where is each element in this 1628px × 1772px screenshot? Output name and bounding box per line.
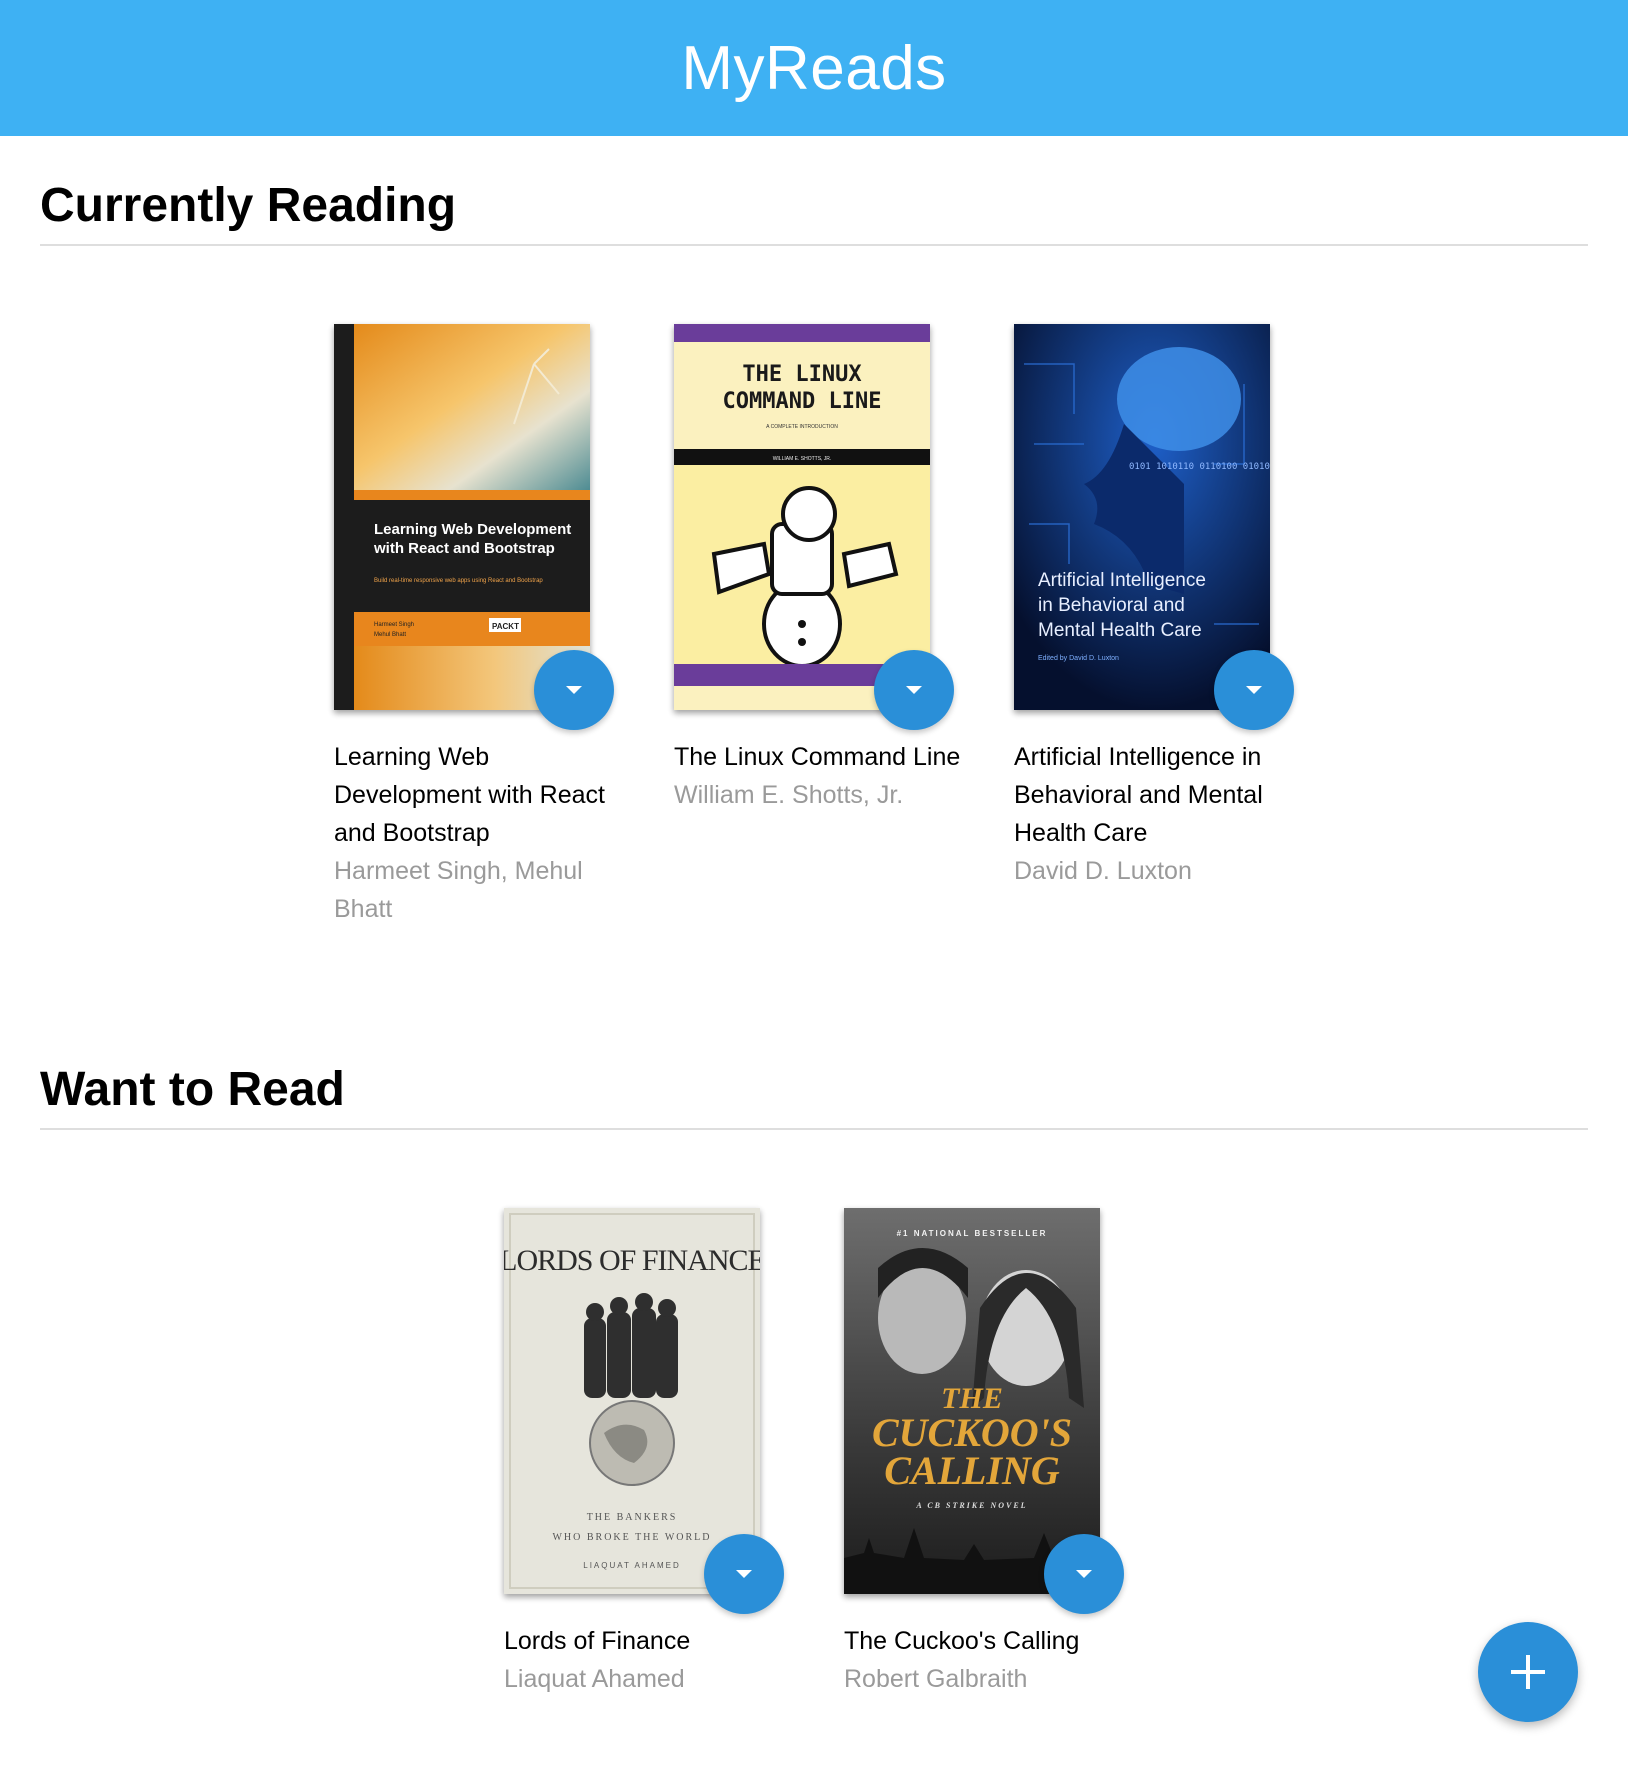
shelf-changer-button[interactable] [1044, 1534, 1124, 1614]
book-title: The Cuckoo's Calling [844, 1627, 1080, 1655]
book-item: LORDS OF FINANCE THE BANKERS WHO BROKE T… [504, 1208, 794, 1698]
cover-text: LIAQUAT AHAMED [583, 1561, 681, 1570]
shelf-title: Currently Reading [40, 179, 457, 232]
book-cover-art: 0101 1010110 0110100 0101001 1001 Artifi… [1014, 324, 1270, 710]
cover-text: WHO BROKE THE WORLD [552, 1532, 711, 1543]
cover-text: 0101 1010110 0110100 0101001 1001 [1129, 462, 1270, 472]
book-cover-art: THE LINUX COMMAND LINE A COMPLETE INTROD… [674, 324, 930, 710]
book-cover[interactable]: 0101 1010110 0110100 0101001 1001 Artifi… [1014, 324, 1270, 710]
book-authors: Robert Galbraith [844, 1665, 1028, 1693]
shelf-title: Want to Read [40, 1063, 345, 1116]
cover-text: LORDS OF FINANCE [504, 1244, 760, 1277]
cover-text: #1 NATIONAL BESTSELLER [897, 1229, 1048, 1238]
cover-text: A CB STRIKE NOVEL [915, 1501, 1027, 1510]
shelf-divider [40, 1128, 1588, 1130]
caret-down-icon [1076, 1570, 1092, 1578]
book-item: 0101 1010110 0110100 0101001 1001 Artifi… [1014, 324, 1304, 890]
book-cover-art: Learning Web Development with React and … [334, 324, 590, 710]
book-cover[interactable]: THE LINUX COMMAND LINE A COMPLETE INTROD… [674, 324, 930, 710]
book-grid: LORDS OF FINANCE THE BANKERS WHO BROKE T… [40, 1208, 1588, 1693]
book-item: #1 NATIONAL BESTSELLER THE CUCKOO'S CALL… [844, 1208, 1134, 1698]
plus-icon [1526, 1655, 1530, 1689]
app-header: MyReads [0, 0, 1628, 136]
book-title: Learning Web Development with React and … [334, 743, 605, 847]
caret-down-icon [566, 686, 582, 694]
book-title: Artificial Intelligence in Behavioral an… [1014, 743, 1263, 847]
shelf-want-to-read: Want to Read LORDS OF FINANCE THE BANKER… [40, 1060, 1588, 1693]
book-authors: David D. Luxton [1014, 857, 1192, 885]
book-grid: Learning Web Development with React and … [40, 324, 1588, 923]
cover-text: Artificial Intelligence [1038, 570, 1206, 591]
book-cover-art: LORDS OF FINANCE THE BANKERS WHO BROKE T… [504, 1208, 760, 1594]
cover-text: WILLIAM E. SHOTTS, JR. [773, 456, 832, 462]
book-authors: Harmeet Singh, Mehul Bhatt [334, 857, 583, 923]
cover-text: Edited by David D. Luxton [1038, 655, 1119, 662]
cover-text: CALLING [884, 1448, 1060, 1493]
book-authors: Liaquat Ahamed [504, 1665, 685, 1693]
cover-text: THE LINUX [742, 362, 861, 387]
book-item: Learning Web Development with React and … [334, 324, 624, 928]
cover-text: COMMAND LINE [723, 389, 882, 414]
book-authors: William E. Shotts, Jr. [674, 781, 904, 809]
shelf-changer-button[interactable] [534, 650, 614, 730]
cover-text: PACKT [492, 622, 519, 631]
add-book-button[interactable] [1478, 1622, 1578, 1722]
book-cover[interactable]: LORDS OF FINANCE THE BANKERS WHO BROKE T… [504, 1208, 760, 1594]
book-cover-art: #1 NATIONAL BESTSELLER THE CUCKOO'S CALL… [844, 1208, 1100, 1594]
cover-text: A COMPLETE INTRODUCTION [766, 424, 838, 430]
book-title: Lords of Finance [504, 1627, 691, 1655]
book-cover[interactable]: #1 NATIONAL BESTSELLER THE CUCKOO'S CALL… [844, 1208, 1100, 1594]
app-title: MyReads [681, 33, 947, 103]
caret-down-icon [736, 1570, 752, 1578]
cover-text: with React and Bootstrap [373, 540, 555, 557]
book-cover[interactable]: Learning Web Development with React and … [334, 324, 590, 710]
cover-text: Learning Web Development [374, 521, 571, 538]
book-title: The Linux Command Line [674, 743, 961, 771]
caret-down-icon [1246, 686, 1262, 694]
shelf-changer-button[interactable] [704, 1534, 784, 1614]
cover-text: Harmeet Singh [374, 622, 414, 628]
shelf-changer-button[interactable] [1214, 650, 1294, 730]
book-item: THE LINUX COMMAND LINE A COMPLETE INTROD… [674, 324, 964, 814]
shelf-changer-button[interactable] [874, 650, 954, 730]
cover-text: Mehul Bhatt [374, 632, 406, 638]
caret-down-icon [906, 686, 922, 694]
cover-text: Mental Health Care [1038, 620, 1202, 641]
shelf-currently-reading: Currently Reading Learning Web Developme… [40, 176, 1588, 923]
shelf-divider [40, 244, 1588, 246]
cover-text: THE BANKERS [587, 1512, 678, 1523]
cover-text: Build real-time responsive web apps usin… [374, 578, 543, 584]
cover-text: in Behavioral and [1038, 595, 1185, 616]
